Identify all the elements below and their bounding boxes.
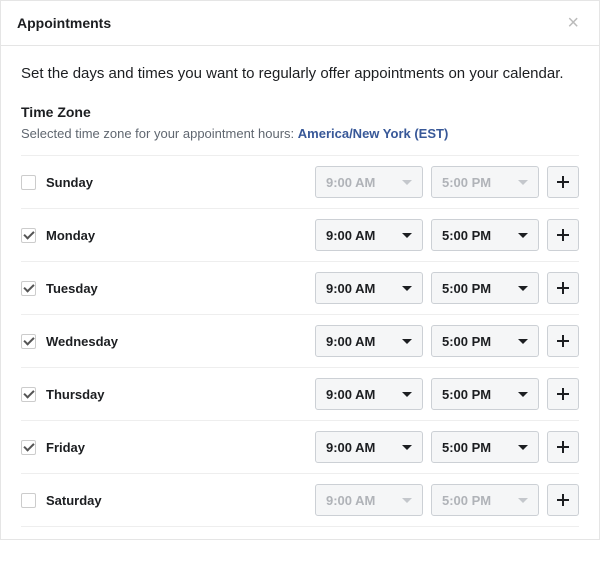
plus-icon	[557, 388, 569, 400]
end-time-select[interactable]: 5:00 PM	[431, 272, 539, 304]
plus-icon	[557, 176, 569, 188]
day-name: Thursday	[46, 387, 307, 402]
end-time-select[interactable]: 5:00 PM	[431, 378, 539, 410]
add-slot-button[interactable]	[547, 325, 579, 357]
start-time-value: 9:00 AM	[326, 228, 375, 243]
chevron-down-icon	[518, 392, 528, 397]
chevron-down-icon	[518, 445, 528, 450]
intro-text: Set the days and times you want to regul…	[21, 64, 579, 84]
chevron-down-icon	[518, 286, 528, 291]
chevron-down-icon	[402, 498, 412, 503]
add-slot-button[interactable]	[547, 378, 579, 410]
start-time-value: 9:00 AM	[326, 440, 375, 455]
day-name: Tuesday	[46, 281, 307, 296]
day-checkbox[interactable]	[21, 281, 36, 296]
day-row: Friday 9:00 AM 5:00 PM	[21, 421, 579, 474]
day-checkbox[interactable]	[21, 493, 36, 508]
start-time-value: 9:00 AM	[326, 334, 375, 349]
day-name: Friday	[46, 440, 307, 455]
end-time-select[interactable]: 5:00 PM	[431, 431, 539, 463]
start-time-value: 9:00 AM	[326, 387, 375, 402]
start-time-select[interactable]: 9:00 AM	[315, 325, 423, 357]
chevron-down-icon	[518, 180, 528, 185]
timezone-label: Time Zone	[21, 104, 579, 120]
start-time-select[interactable]: 9:00 AM	[315, 166, 423, 198]
add-slot-button[interactable]	[547, 166, 579, 198]
chevron-down-icon	[402, 445, 412, 450]
timezone-subtext-text: Selected time zone for your appointment …	[21, 126, 298, 141]
end-time-select[interactable]: 5:00 PM	[431, 219, 539, 251]
plus-icon	[557, 441, 569, 453]
chevron-down-icon	[402, 392, 412, 397]
chevron-down-icon	[402, 286, 412, 291]
day-name: Sunday	[46, 175, 307, 190]
end-time-value: 5:00 PM	[442, 493, 491, 508]
end-time-select[interactable]: 5:00 PM	[431, 484, 539, 516]
start-time-value: 9:00 AM	[326, 175, 375, 190]
start-time-select[interactable]: 9:00 AM	[315, 272, 423, 304]
days-list: Sunday 9:00 AM 5:00 PM Monday 9:00 AM 5:00 PM…	[21, 155, 579, 527]
chevron-down-icon	[518, 498, 528, 503]
day-row: Monday 9:00 AM 5:00 PM	[21, 209, 579, 262]
timezone-link[interactable]: America/New York (EST)	[298, 126, 449, 141]
add-slot-button[interactable]	[547, 219, 579, 251]
modal-title: Appointments	[17, 15, 111, 31]
chevron-down-icon	[402, 233, 412, 238]
add-slot-button[interactable]	[547, 484, 579, 516]
add-slot-button[interactable]	[547, 272, 579, 304]
day-checkbox[interactable]	[21, 175, 36, 190]
add-slot-button[interactable]	[547, 431, 579, 463]
day-row: Wednesday 9:00 AM 5:00 PM	[21, 315, 579, 368]
day-row: Sunday 9:00 AM 5:00 PM	[21, 156, 579, 209]
timezone-subtext: Selected time zone for your appointment …	[21, 126, 579, 141]
appointments-modal: Appointments × Set the days and times yo…	[0, 0, 600, 540]
chevron-down-icon	[518, 233, 528, 238]
day-checkbox[interactable]	[21, 228, 36, 243]
plus-icon	[557, 282, 569, 294]
plus-icon	[557, 335, 569, 347]
day-row: Tuesday 9:00 AM 5:00 PM	[21, 262, 579, 315]
plus-icon	[557, 229, 569, 241]
end-time-select[interactable]: 5:00 PM	[431, 166, 539, 198]
day-checkbox[interactable]	[21, 387, 36, 402]
modal-body: Set the days and times you want to regul…	[1, 46, 599, 539]
day-name: Wednesday	[46, 334, 307, 349]
day-name: Monday	[46, 228, 307, 243]
end-time-value: 5:00 PM	[442, 228, 491, 243]
end-time-value: 5:00 PM	[442, 387, 491, 402]
close-icon[interactable]: ×	[563, 13, 583, 33]
chevron-down-icon	[518, 339, 528, 344]
end-time-value: 5:00 PM	[442, 281, 491, 296]
day-row: Thursday 9:00 AM 5:00 PM	[21, 368, 579, 421]
day-checkbox[interactable]	[21, 334, 36, 349]
chevron-down-icon	[402, 180, 412, 185]
modal-header: Appointments ×	[1, 1, 599, 46]
start-time-select[interactable]: 9:00 AM	[315, 378, 423, 410]
end-time-select[interactable]: 5:00 PM	[431, 325, 539, 357]
day-row: Saturday 9:00 AM 5:00 PM	[21, 474, 579, 527]
plus-icon	[557, 494, 569, 506]
start-time-value: 9:00 AM	[326, 493, 375, 508]
day-name: Saturday	[46, 493, 307, 508]
day-checkbox[interactable]	[21, 440, 36, 455]
chevron-down-icon	[402, 339, 412, 344]
end-time-value: 5:00 PM	[442, 175, 491, 190]
start-time-select[interactable]: 9:00 AM	[315, 431, 423, 463]
end-time-value: 5:00 PM	[442, 334, 491, 349]
start-time-select[interactable]: 9:00 AM	[315, 484, 423, 516]
end-time-value: 5:00 PM	[442, 440, 491, 455]
start-time-value: 9:00 AM	[326, 281, 375, 296]
start-time-select[interactable]: 9:00 AM	[315, 219, 423, 251]
